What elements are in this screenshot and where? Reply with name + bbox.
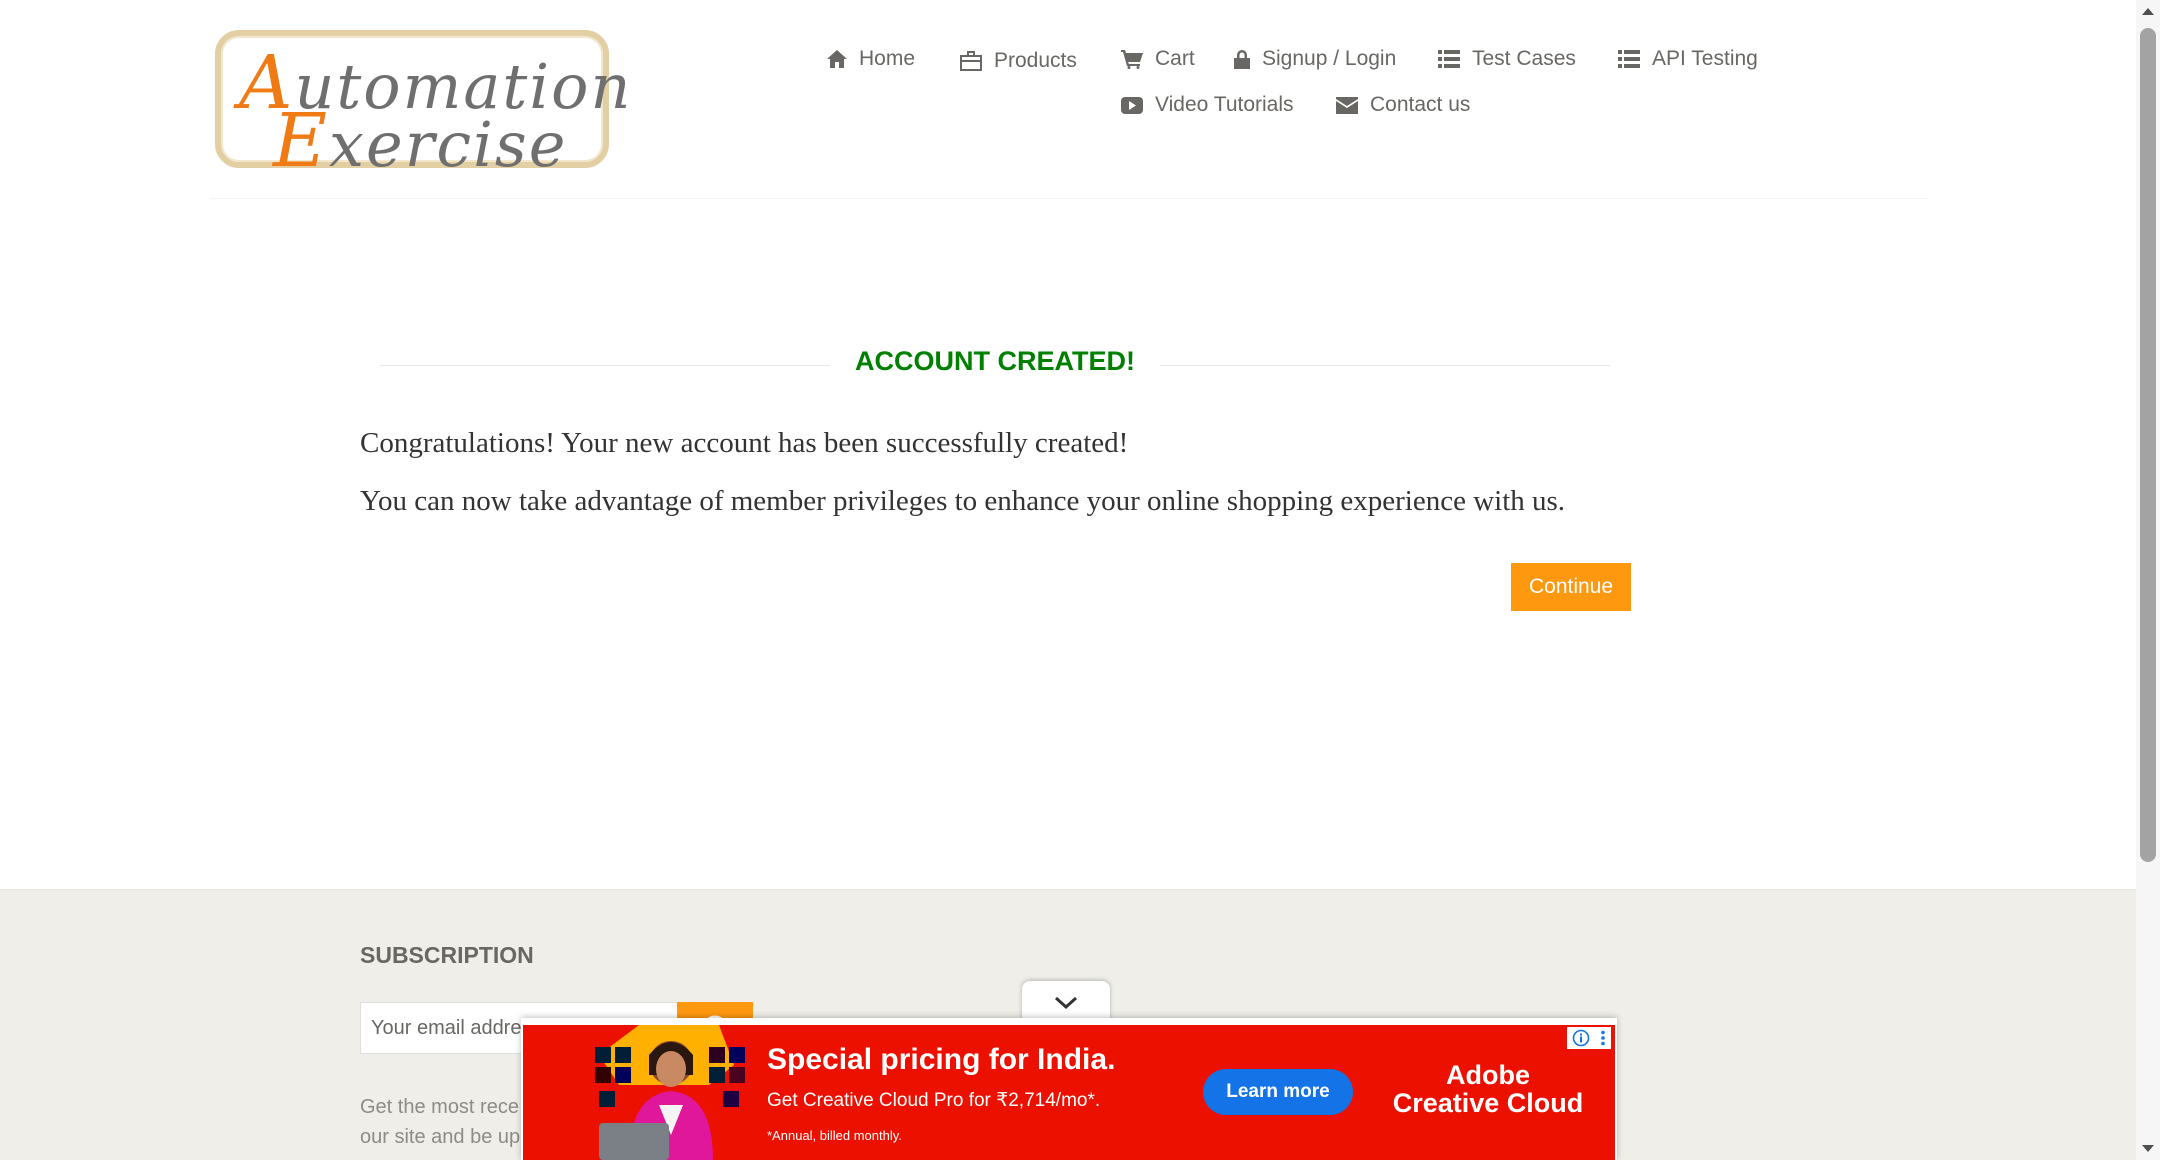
info-icon[interactable] xyxy=(1572,1029,1590,1047)
ad-brand: Adobe Creative Cloud xyxy=(1383,1061,1593,1117)
ad-brand-line2: Creative Cloud xyxy=(1392,1088,1584,1118)
nav-contact-us-label: Contact us xyxy=(1370,93,1471,116)
nav-test-cases[interactable]: Test Cases xyxy=(1438,44,1576,74)
ad-fine-print: *Annual, billed monthly. xyxy=(767,1128,902,1143)
nav-video-tutorials-label: Video Tutorials xyxy=(1155,93,1294,116)
nav-cart[interactable]: Cart xyxy=(1121,44,1195,74)
scroll-down-arrow-icon[interactable] xyxy=(2136,1140,2160,1156)
nav-products-label: Products xyxy=(994,49,1077,72)
lock-icon xyxy=(1234,49,1250,69)
nav-signup-login[interactable]: Signup / Login xyxy=(1234,44,1396,74)
nav-cart-label: Cart xyxy=(1155,47,1195,70)
success-message: Congratulations! Your new account has be… xyxy=(360,427,1129,459)
nav-home-label: Home xyxy=(859,47,916,70)
chevron-down-icon xyxy=(1054,996,1078,1010)
header-divider xyxy=(210,198,1928,199)
subscription-note-line2: our site and be up xyxy=(360,1126,521,1148)
continue-button[interactable]: Continue xyxy=(1511,563,1631,611)
list-icon xyxy=(1618,50,1640,68)
scrollbar-thumb[interactable] xyxy=(2140,28,2156,862)
page-title: ACCOUNT CREATED! xyxy=(855,346,1135,376)
youtube-play-icon xyxy=(1121,96,1143,114)
site-logo[interactable]: Automation Exercise xyxy=(215,30,630,184)
scroll-up-arrow-icon[interactable] xyxy=(2136,4,2160,20)
home-icon xyxy=(827,50,847,68)
subscription-title: SUBSCRIPTION xyxy=(360,942,534,968)
cart-icon xyxy=(1121,49,1143,69)
briefcase-icon xyxy=(960,51,982,71)
envelope-icon xyxy=(1336,96,1358,114)
subscription-note-line1: Get the most rece xyxy=(360,1096,519,1118)
privileges-message: You can now take advantage of member pri… xyxy=(360,485,1566,517)
nav-api-testing[interactable]: API Testing xyxy=(1618,44,1758,74)
nav-signup-login-label: Signup / Login xyxy=(1262,47,1397,70)
ad-choices[interactable] xyxy=(1567,1027,1611,1049)
ad-person-illustration xyxy=(595,1025,745,1160)
list-icon xyxy=(1438,50,1460,68)
footer-divider xyxy=(0,889,2136,890)
more-options-icon[interactable] xyxy=(1600,1029,1606,1047)
nav-api-testing-label: API Testing xyxy=(1652,47,1758,70)
nav-test-cases-label: Test Cases xyxy=(1472,47,1576,70)
ad-banner[interactable]: Special pricing for India. Get Creative … xyxy=(523,1025,1615,1160)
nav-contact-us[interactable]: Contact us xyxy=(1336,90,1470,120)
title-rule-left xyxy=(380,365,830,366)
ad-brand-line1: Adobe xyxy=(1446,1060,1530,1090)
ad-subline: Get Creative Cloud Pro for ₹2,714/mo*. xyxy=(767,1090,1101,1111)
nav-products[interactable]: Products xyxy=(960,46,1077,76)
ad-learn-more-button[interactable]: Learn more xyxy=(1203,1069,1353,1115)
ad-headline: Special pricing for India. xyxy=(767,1043,1116,1076)
nav-home[interactable]: Home xyxy=(827,44,915,74)
title-rule-right xyxy=(1160,365,1610,366)
nav-video-tutorials[interactable]: Video Tutorials xyxy=(1121,90,1294,120)
